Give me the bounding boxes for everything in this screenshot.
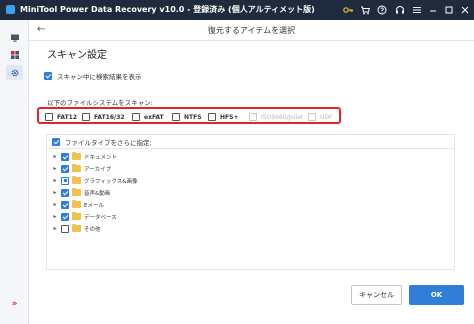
- folder-icon: [72, 151, 81, 160]
- window-title: MiniTool Power Data Recovery v10.0 - 登録済…: [20, 5, 315, 14]
- maximize-icon[interactable]: [442, 3, 456, 17]
- help-icon[interactable]: [375, 3, 389, 17]
- fs-option-fat12[interactable]: FAT12: [45, 113, 77, 121]
- folder-icon: [72, 223, 81, 232]
- fs-checkbox[interactable]: [82, 113, 90, 121]
- folder-icon: [72, 199, 81, 208]
- sidebar: »: [0, 20, 29, 324]
- tree-checkbox[interactable]: [61, 152, 69, 161]
- show-results-label: スキャン中に検索結果を表示: [57, 73, 142, 81]
- tree-item-label: アーカイブ: [84, 166, 112, 173]
- file-types-header[interactable]: ファイルタイプをさらに指定:: [47, 135, 454, 149]
- title-bar: MiniTool Power Data Recovery v10.0 - 登録済…: [0, 0, 474, 20]
- app-logo-icon: [6, 5, 15, 14]
- fs-checkbox[interactable]: [45, 113, 53, 121]
- file-types-panel: ファイルタイプをさらに指定: ▸ ドキュメント ▸ アーカイブ ▸ グラフィック…: [46, 134, 455, 270]
- sidebar-item-recovery[interactable]: [6, 30, 23, 45]
- gear-icon: [11, 69, 18, 76]
- tree-checkbox[interactable]: [61, 176, 69, 185]
- folder-icon: [72, 211, 81, 220]
- expand-arrow-icon[interactable]: ▸: [52, 177, 58, 184]
- expand-arrow-icon[interactable]: ▸: [52, 153, 58, 160]
- file-types-checkbox[interactable]: [52, 137, 60, 146]
- ok-button[interactable]: OK: [409, 285, 464, 305]
- expand-arrow-icon[interactable]: ▸: [52, 165, 58, 172]
- tree-checkbox[interactable]: [61, 224, 69, 233]
- folder-icon: [72, 175, 81, 184]
- file-types-header-label: ファイルタイプをさらに指定:: [65, 138, 152, 147]
- fs-option-ntfs[interactable]: NTFS: [172, 113, 202, 121]
- expand-arrow-icon[interactable]: ▸: [52, 189, 58, 196]
- fs-option-exfat[interactable]: exFAT: [132, 113, 164, 121]
- fs-checkbox: [308, 113, 316, 121]
- fs-label: HFS+: [220, 113, 239, 121]
- fs-label: ISO9660/Joliet: [261, 113, 304, 121]
- sidebar-item-apps[interactable]: [6, 47, 23, 62]
- fs-label: FAT16/32: [94, 113, 125, 121]
- scan-settings-title: スキャン設定: [47, 50, 107, 61]
- tree-checkbox[interactable]: [61, 212, 69, 221]
- close-icon[interactable]: [458, 3, 472, 17]
- tree-item-database[interactable]: ▸ データベース: [52, 211, 117, 222]
- upgrade-cart-icon[interactable]: [358, 3, 372, 17]
- show-results-option[interactable]: スキャン中に検索結果を表示: [44, 71, 142, 81]
- tree-checkbox[interactable]: [61, 200, 69, 209]
- apps-icon: [10, 50, 19, 59]
- show-results-checkbox[interactable]: [44, 72, 52, 80]
- filesystems-group: FAT12 FAT16/32 exFAT NTFS HFS+ ISO9660/J…: [37, 107, 341, 124]
- folder-icon: [72, 187, 81, 196]
- fs-checkbox[interactable]: [208, 113, 216, 121]
- tree-item-audio-video[interactable]: ▸ 音声&動画: [52, 187, 110, 198]
- fs-label: exFAT: [144, 113, 164, 121]
- tree-item-label: 音声&動画: [84, 190, 111, 197]
- double-chevron-right-icon[interactable]: »: [6, 296, 23, 311]
- expand-arrow-icon[interactable]: ▸: [52, 225, 58, 232]
- fs-checkbox[interactable]: [132, 113, 140, 121]
- tree-item-graphics[interactable]: ▸ グラフィックス&画像: [52, 175, 138, 186]
- cancel-button[interactable]: キャンセル: [351, 285, 402, 305]
- page-title: 復元するアイテムを選択: [207, 26, 296, 35]
- menu-icon[interactable]: [410, 3, 424, 17]
- dialog-footer: キャンセル OK: [29, 276, 474, 324]
- key-icon[interactable]: [341, 3, 355, 17]
- tree-item-label: Eメール: [84, 202, 104, 209]
- tree-item-documents[interactable]: ▸ ドキュメント: [52, 151, 117, 162]
- expand-arrow-icon[interactable]: ▸: [52, 201, 58, 208]
- expand-arrow-icon[interactable]: ▸: [52, 213, 58, 220]
- tree-item-label: データベース: [84, 214, 117, 221]
- tree-item-archives[interactable]: ▸ アーカイブ: [52, 163, 111, 174]
- fs-checkbox: [249, 113, 257, 121]
- fs-checkbox[interactable]: [172, 113, 180, 121]
- fs-option-fat16-32[interactable]: FAT16/32: [82, 113, 125, 121]
- filesystems-label: 以下のファイルシステムをスキャン:: [47, 99, 153, 107]
- headset-icon[interactable]: [393, 3, 407, 17]
- tree-item-other[interactable]: ▸ その他: [52, 223, 101, 234]
- folder-icon: [72, 163, 81, 172]
- monitor-icon: [10, 34, 19, 42]
- tree-item-label: ドキュメント: [84, 154, 118, 161]
- sidebar-item-settings[interactable]: [6, 65, 23, 80]
- fs-option-iso9660: ISO9660/Joliet: [249, 113, 303, 121]
- tree-checkbox[interactable]: [61, 188, 69, 197]
- fs-option-hfs-plus[interactable]: HFS+: [208, 113, 238, 121]
- tree-item-email[interactable]: ▸ Eメール: [52, 199, 104, 210]
- tree-checkbox[interactable]: [61, 164, 69, 173]
- fs-label: UDF: [320, 113, 333, 121]
- minimize-icon[interactable]: [426, 3, 440, 17]
- tree-item-label: その他: [84, 226, 101, 233]
- fs-label: FAT12: [57, 113, 78, 121]
- fs-label: NTFS: [184, 113, 202, 121]
- tree-item-label: グラフィックス&画像: [84, 178, 138, 185]
- fs-option-udf: UDF: [308, 113, 332, 121]
- page-header: ← 復元するアイテムを選択: [29, 20, 474, 41]
